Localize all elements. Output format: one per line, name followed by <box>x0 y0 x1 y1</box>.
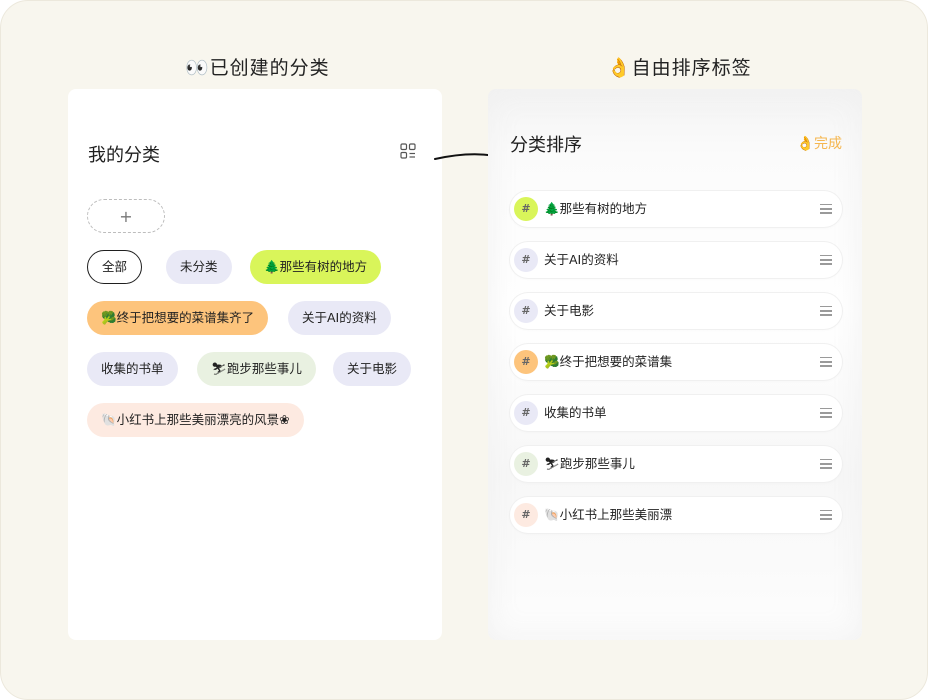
drag-handle-icon[interactable] <box>820 408 832 418</box>
sort-item-label: 🌲那些有树的地方 <box>544 201 648 216</box>
drag-handle-icon[interactable] <box>820 459 832 469</box>
sort-item-label: 关于电影 <box>544 303 595 318</box>
hash-icon: # <box>514 299 538 323</box>
categories-card: 我的分类 + 全部 未分类 🌲那些有树的地方 🥦终于把想要的菜谱集齐了 关于AI… <box>68 89 442 640</box>
page-title: 我的分类 <box>88 145 160 166</box>
sort-title: 分类排序 <box>510 135 582 156</box>
drag-handle-icon[interactable] <box>820 204 832 214</box>
chip-running[interactable]: ⛷跑步那些事儿 <box>197 352 316 386</box>
sort-item-label: 🐚小红书上那些美丽漂 <box>544 507 673 522</box>
sort-item-label: 关于AI的资料 <box>544 252 619 267</box>
app-frame: 👀已创建的分类 👌自由排序标签 我的分类 + 全部 未分类 🌲那些有树的地方 🥦… <box>0 0 928 700</box>
sort-item-book-list[interactable]: # 收集的书单 <box>510 395 842 431</box>
hash-icon: # <box>514 197 538 221</box>
sort-item-xiaohongshu[interactable]: # 🐚小红书上那些美丽漂 <box>510 497 842 533</box>
sort-grid-icon[interactable] <box>400 143 416 159</box>
chip-uncategorized[interactable]: 未分类 <box>166 250 232 284</box>
sort-card: 分类排序 👌完成 # 🌲那些有树的地方 # 关于AI的资料 # 关于电影 # 🥦… <box>488 89 862 640</box>
sort-item-label: 收集的书单 <box>544 405 607 420</box>
add-category-button[interactable]: + <box>87 199 165 233</box>
sort-item-running[interactable]: # ⛷跑步那些事儿 <box>510 446 842 482</box>
sort-item-label: 🥦终于把想要的菜谱集 <box>544 354 673 369</box>
chip-book-list[interactable]: 收集的书单 <box>87 352 178 386</box>
sort-item-recipes[interactable]: # 🥦终于把想要的菜谱集 <box>510 344 842 380</box>
drag-handle-icon[interactable] <box>820 510 832 520</box>
hash-icon: # <box>514 503 538 527</box>
drag-handle-icon[interactable] <box>820 255 832 265</box>
hash-icon: # <box>514 350 538 374</box>
sort-item-movies[interactable]: # 关于电影 <box>510 293 842 329</box>
chip-ai-materials[interactable]: 关于AI的资料 <box>288 301 391 335</box>
right-heading: 👌自由排序标签 <box>607 57 752 79</box>
sort-item-label: ⛷跑步那些事儿 <box>544 456 635 471</box>
hash-icon: # <box>514 248 538 272</box>
sort-item-ai-materials[interactable]: # 关于AI的资料 <box>510 242 842 278</box>
drag-handle-icon[interactable] <box>820 306 832 316</box>
done-button[interactable]: 👌完成 <box>797 133 842 153</box>
chip-all[interactable]: 全部 <box>87 250 143 284</box>
hash-icon: # <box>514 452 538 476</box>
hash-icon: # <box>514 401 538 425</box>
chip-xiaohongshu-scenery[interactable]: 🐚小红书上那些美丽漂亮的风景❀ <box>87 403 304 437</box>
chip-movies[interactable]: 关于电影 <box>333 352 412 386</box>
sort-item-trees[interactable]: # 🌲那些有树的地方 <box>510 191 842 227</box>
chip-trees[interactable]: 🌲那些有树的地方 <box>250 250 382 284</box>
drag-handle-icon[interactable] <box>820 357 832 367</box>
left-heading: 👀已创建的分类 <box>185 57 330 79</box>
chip-recipes[interactable]: 🥦终于把想要的菜谱集齐了 <box>87 301 269 335</box>
